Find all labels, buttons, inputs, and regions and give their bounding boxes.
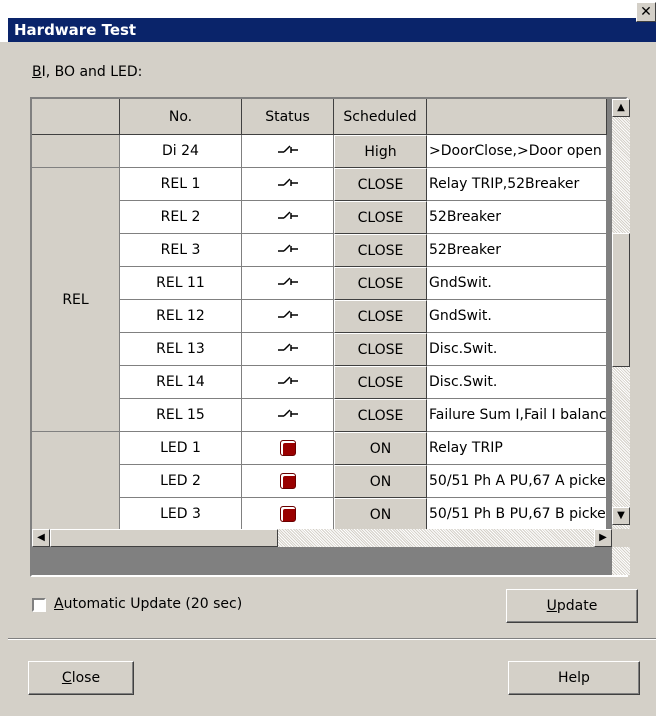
help-button[interactable]: Help: [508, 661, 640, 695]
table-row-no: LED 3: [120, 498, 242, 531]
separator: [8, 638, 656, 640]
table-row-no: REL 11: [120, 267, 242, 300]
group-label: BI, BO and LED:: [32, 64, 143, 80]
scheduled-button[interactable]: CLOSE: [334, 267, 427, 300]
table-row-status: [242, 498, 334, 531]
table-row-status: [242, 267, 334, 300]
row-header: [32, 135, 120, 168]
close-icon[interactable]: ✕: [636, 2, 656, 22]
table-row-no: LED 1: [120, 432, 242, 465]
led-icon: [279, 506, 296, 522]
scheduled-button[interactable]: High: [334, 135, 427, 168]
switch-open-icon: [277, 143, 299, 159]
table-row-description: Failure Sum I,Fail I balance,F: [427, 399, 607, 432]
scroll-left-icon[interactable]: ◀: [32, 529, 50, 547]
led-icon: [279, 440, 296, 456]
led-icon: [279, 473, 296, 489]
scheduled-button[interactable]: CLOSE: [334, 234, 427, 267]
table-row-description: Relay TRIP,52Breaker: [427, 168, 607, 201]
scroll-up-icon[interactable]: ▲: [612, 99, 630, 117]
scheduled-button[interactable]: ON: [334, 465, 427, 498]
scroll-right-icon[interactable]: ▶: [594, 529, 612, 547]
table-row-status: [242, 300, 334, 333]
scheduled-button[interactable]: CLOSE: [334, 201, 427, 234]
table-row-description: 52Breaker: [427, 234, 607, 267]
hardware-test-dialog: BI, BO and LED: No. Status Scheduled REL Di …: [8, 42, 656, 716]
switch-open-icon: [277, 341, 299, 357]
table-row-description: Relay TRIP: [427, 432, 607, 465]
switch-open-icon: [277, 374, 299, 390]
row-group-rel: REL: [32, 168, 120, 432]
scheduled-button[interactable]: ON: [334, 432, 427, 465]
io-table: No. Status Scheduled REL Di 24 High >DoorClose…: [30, 97, 628, 577]
scheduled-button[interactable]: CLOSE: [334, 366, 427, 399]
auto-update-checkbox[interactable]: [32, 598, 46, 612]
scheduled-button[interactable]: CLOSE: [334, 300, 427, 333]
horizontal-scroll-thumb[interactable]: [50, 529, 278, 547]
table-row-no: REL 1: [120, 168, 242, 201]
switch-open-icon: [277, 242, 299, 258]
table-row-status: [242, 135, 334, 168]
table-row-no: REL 3: [120, 234, 242, 267]
switch-open-icon: [277, 407, 299, 423]
table-row-description: Disc.Swit.: [427, 333, 607, 366]
window-title: Hardware Test: [14, 21, 137, 39]
table-row-no: Di 24: [120, 135, 242, 168]
column-header: Status: [242, 99, 334, 135]
scroll-down-icon[interactable]: ▼: [612, 507, 630, 525]
table-row-status: [242, 432, 334, 465]
scheduled-button[interactable]: CLOSE: [334, 399, 427, 432]
scroll-corner: [612, 529, 630, 547]
window-titlebar: Hardware Test ✕: [0, 0, 656, 42]
title-bar: Hardware Test: [8, 18, 656, 42]
table-row-status: [242, 168, 334, 201]
table-row-description: >DoorClose,>Door open: [427, 135, 607, 168]
table-row-description: 52Breaker: [427, 201, 607, 234]
table-row-status: [242, 465, 334, 498]
table-row-no: REL 14: [120, 366, 242, 399]
close-button[interactable]: Close: [28, 661, 134, 695]
switch-open-icon: [277, 308, 299, 324]
row-group-led: [32, 432, 120, 531]
table-row-description: Disc.Swit.: [427, 366, 607, 399]
scheduled-button[interactable]: CLOSE: [334, 333, 427, 366]
table-row-status: [242, 399, 334, 432]
switch-open-icon: [277, 176, 299, 192]
switch-open-icon: [277, 209, 299, 225]
table-row-status: [242, 366, 334, 399]
table-row-status: [242, 234, 334, 267]
column-header: Scheduled: [334, 99, 427, 135]
table-row-status: [242, 333, 334, 366]
auto-update-label[interactable]: Automatic Update (20 sec): [54, 596, 242, 612]
table-row-description: 50/51 Ph A PU,67 A picked: [427, 465, 607, 498]
column-header: [32, 99, 120, 135]
table-row-no: REL 13: [120, 333, 242, 366]
scheduled-button[interactable]: CLOSE: [334, 168, 427, 201]
switch-open-icon: [277, 275, 299, 291]
scheduled-button[interactable]: ON: [334, 498, 427, 531]
table-row-no: REL 12: [120, 300, 242, 333]
table-row-description: GndSwit.: [427, 267, 607, 300]
table-row-description: GndSwit.: [427, 300, 607, 333]
table-row-no: LED 2: [120, 465, 242, 498]
table-row-no: REL 2: [120, 201, 242, 234]
vertical-scroll-thumb[interactable]: [612, 233, 630, 367]
update-button[interactable]: Update: [506, 589, 638, 623]
table-row-status: [242, 201, 334, 234]
table-row-no: REL 15: [120, 399, 242, 432]
column-header: [427, 99, 607, 135]
column-header: No.: [120, 99, 242, 135]
table-row-description: 50/51 Ph B PU,67 B picked: [427, 498, 607, 531]
